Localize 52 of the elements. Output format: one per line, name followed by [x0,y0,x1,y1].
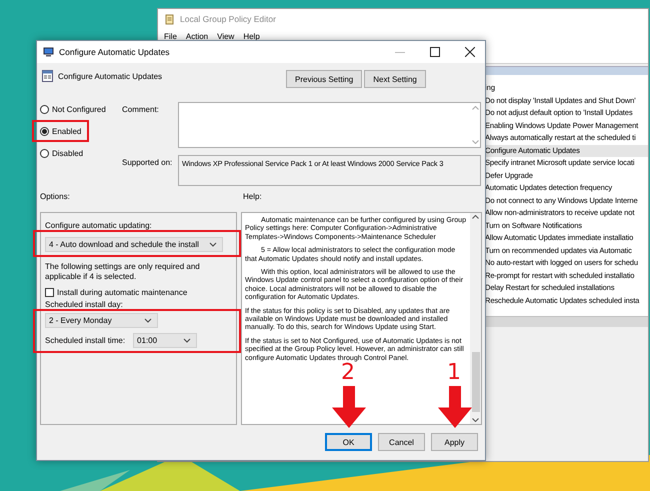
dialog-button[interactable]: OK [325,433,372,451]
dialog-button[interactable]: Apply [431,433,478,451]
checkbox[interactable] [45,288,54,297]
scroll-up-icon [472,215,479,219]
nav-button[interactable]: Next Setting [364,70,426,88]
scroll-down-icon [472,418,479,422]
radio-label: Enabled [52,126,82,136]
option-note: The following settings are only required and applicable if 4 is selected. [45,262,201,282]
scroll-thumb[interactable] [472,352,480,412]
comment-label: Comment: [121,104,160,116]
step-number: 1 [447,362,461,384]
nav-button[interactable]: Previous Setting [286,70,362,88]
option-label: Scheduled install time: [45,336,126,345]
setting-heading: Configure Automatic Updates [58,72,162,80]
comment-field[interactable] [178,102,481,148]
dialog-button[interactable]: Cancel [378,433,425,451]
menu-item[interactable]: View [217,32,234,40]
window-title: Local Group Policy Editor [180,14,276,24]
checkbox-label: Install during automatic maintenance [57,288,188,297]
scroll-down-icon [472,140,478,144]
radio-option[interactable]: Not Configured [40,103,106,115]
menu-item[interactable]: File [164,32,177,40]
policy-document-icon [42,70,53,82]
scroll-icon [164,14,175,24]
help-label: Help: [243,192,262,203]
radio-label: Not Configured [52,104,106,114]
dropdown[interactable]: 2 - Every Monday [45,313,158,328]
radio-label: Disabled [52,148,84,158]
menu-item[interactable]: Help [243,32,260,40]
vertical-scrollbar[interactable] [470,213,481,424]
dialog-title: Configure Automatic Updates [59,47,171,57]
down-arrow [332,386,366,428]
scroll-up-icon [472,106,478,110]
menu-item[interactable]: Action [186,32,208,40]
computer-icon [43,47,54,57]
chevron-icon [144,318,152,323]
maximize-icon [430,47,440,57]
option-label: Configure automatic updating: [45,221,153,230]
chevron-icon [183,338,192,343]
options-label: Options: [40,192,71,203]
chevron-icon [209,242,217,247]
close-icon [465,47,475,57]
option-label: Scheduled install day: [45,300,124,309]
down-arrow [438,386,472,428]
supported-label: Supported on: [121,157,174,169]
step-number: 2 [341,362,355,384]
checkbox-option[interactable]: Install during automatic maintenance [45,288,232,297]
radio-option[interactable]: Enabled [40,125,82,137]
radio-option[interactable]: Disabled [40,147,84,159]
time-dropdown[interactable]: 01:00 [133,333,198,348]
horizontal-scrollbar[interactable] [484,316,648,327]
dropdown[interactable]: 4 - Auto download and schedule the install [45,237,223,252]
